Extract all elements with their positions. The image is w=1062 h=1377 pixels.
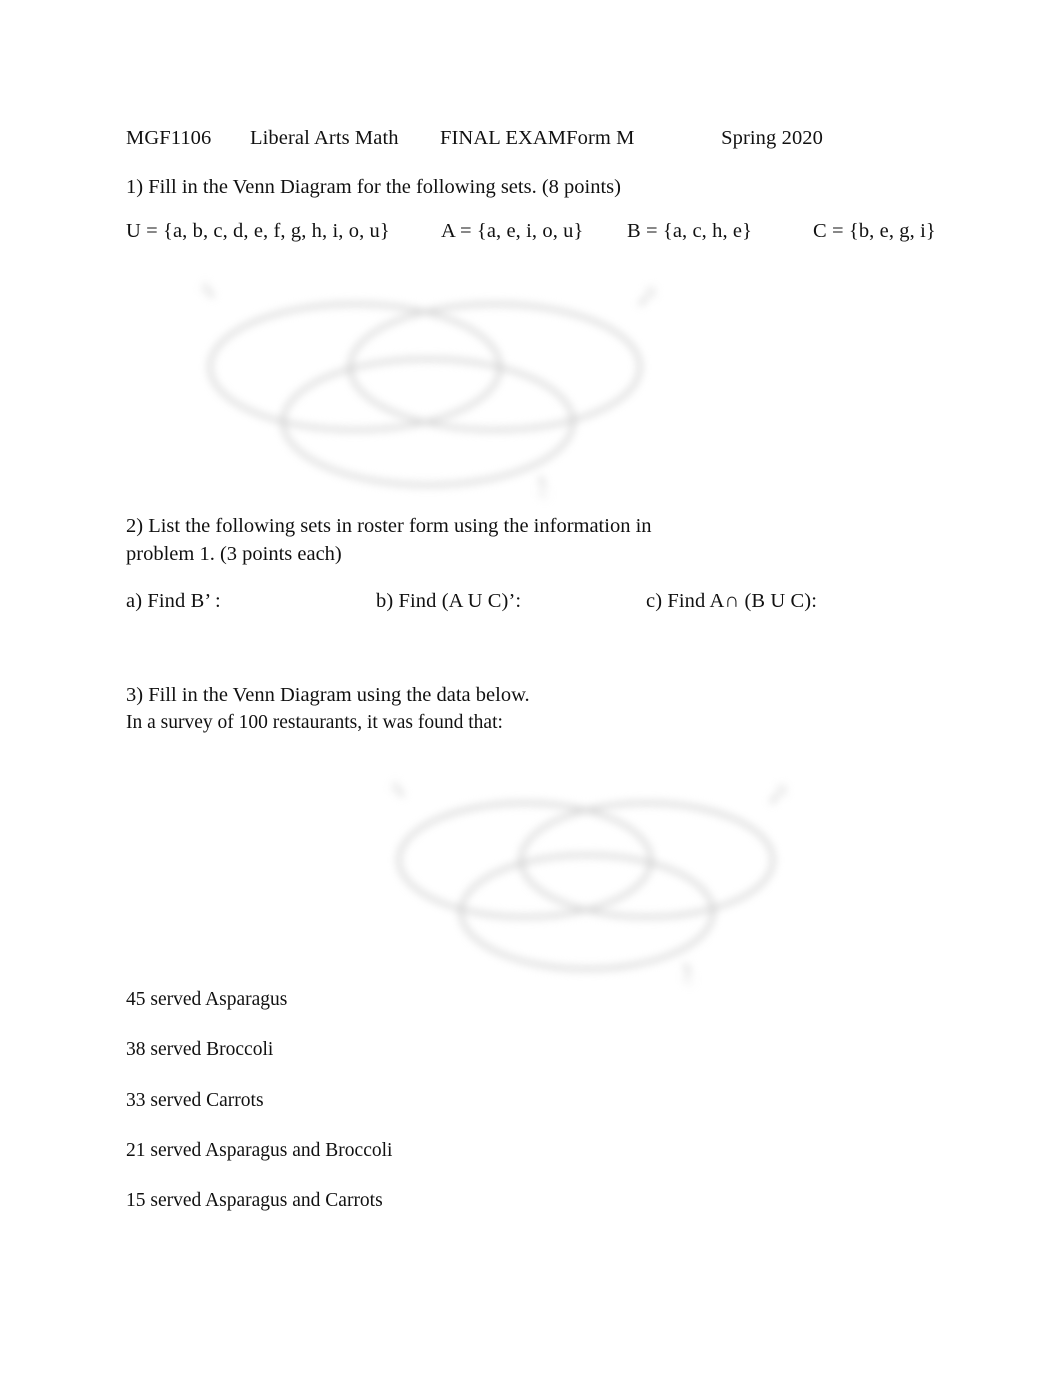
question2-parts-row: a) Find B’ : b) Find (A U C)’: c) Find A∩ … — [126, 591, 817, 612]
question2-part-b: b) Find (A U C)’: — [376, 590, 522, 612]
question2-prompt-line1: 2) List the following sets in roster for… — [126, 515, 652, 537]
set-universe: U = {a, b, c, d, e, f, g, h, i, o, u} — [126, 220, 390, 242]
exam-header: MGF1106 Liberal Arts Math FINAL EXAMForm M… — [126, 128, 823, 149]
header-course-code: MGF1106 — [126, 127, 212, 149]
survey-item: 33 served Carrots — [126, 1090, 264, 1111]
survey-item: 45 served Asparagus — [126, 989, 288, 1010]
venn-label-c: C — [684, 972, 694, 988]
header-course-name: Liberal Arts Math — [250, 127, 399, 149]
set-b: B = {a, c, h, e} — [627, 220, 753, 242]
survey-item: 21 served Asparagus and Broccoli — [126, 1140, 393, 1161]
question3-prompt-line1: 3) Fill in the Venn Diagram using the da… — [126, 684, 530, 706]
venn-label-b: B — [646, 285, 656, 301]
survey-item: 38 served Broccoli — [126, 1039, 274, 1060]
header-form: Form M — [566, 127, 635, 149]
venn-label-a: A — [390, 779, 401, 795]
survey-item: 15 served Asparagus and Carrots — [126, 1190, 383, 1211]
venn-label-c: C — [539, 486, 549, 502]
venn-diagram-question1: A B C — [180, 272, 680, 507]
question2-part-a: a) Find B’ : — [126, 590, 221, 612]
exam-page: MGF1106 Liberal Arts Math FINAL EXAMForm M… — [0, 0, 1062, 1377]
question1-sets-row: U = {a, b, c, d, e, f, g, h, i, o, u} A =… — [126, 221, 936, 242]
header-exam-name: FINAL EXAM — [440, 127, 567, 149]
header-term: Spring 2020 — [721, 127, 823, 149]
set-a: A = {a, e, i, o, u} — [441, 220, 584, 242]
question2-part-c: c) Find A∩ (B U C): — [646, 590, 818, 612]
venn-label-b: B — [777, 783, 787, 799]
question2-prompt-line2: problem 1. (3 points each) — [126, 543, 342, 565]
venn-label-a: A — [200, 280, 211, 296]
question3-prompt-line2: In a survey of 100 restaurants, it was f… — [126, 712, 503, 733]
venn-diagram-question3: A B C — [375, 772, 805, 992]
set-c: C = {b, e, g, i} — [813, 220, 936, 242]
question1-prompt: 1) Fill in the Venn Diagram for the foll… — [126, 176, 621, 198]
